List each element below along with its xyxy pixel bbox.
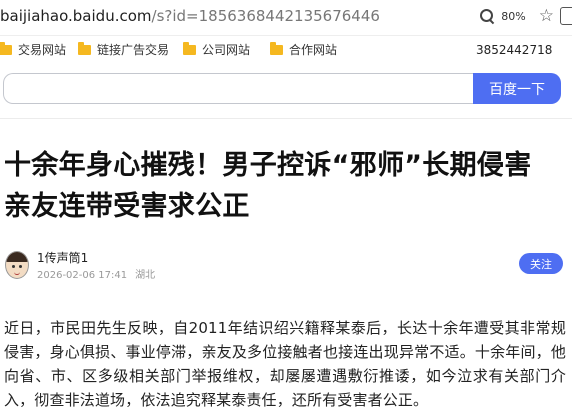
bookmark-item[interactable]: 链接广告交易 [78, 41, 169, 58]
folder-icon [183, 41, 196, 55]
search-bar: 百度一下 [0, 73, 562, 107]
post-datetime: 2026-02-06 17:41 [37, 270, 128, 281]
author-row: 1传声筒1 2026-02-06 17:41 湖北 关注 [0, 248, 572, 282]
address-bar-controls: 80% ☆ [480, 5, 572, 27]
article-body: 近日，市民田先生反映，自2011年结识绍兴籍释某泰后，长达十余年遭受其非常规侵害… [4, 319, 566, 409]
bookmark-item[interactable]: 公司网站 [183, 41, 250, 58]
url-text[interactable]: baijiahao.baidu.com/s?id=185636844213567… [0, 7, 380, 25]
post-location: 湖北 [135, 270, 156, 281]
bookmark-label: 交易网站 [18, 43, 67, 57]
folder-icon [270, 41, 283, 55]
bookmark-label: 链接广告交易 [97, 43, 170, 57]
author-name[interactable]: 1传声筒1 [37, 249, 88, 266]
avatar[interactable] [5, 251, 29, 279]
folder-icon [0, 41, 12, 55]
post-meta: 2026-02-06 17:41 湖北 [37, 266, 155, 281]
article-title: 十余年身心摧残！男子控诉“邪师”长期侵害 亲友连带受害求公正 [4, 150, 532, 222]
zoom-level[interactable]: 80% [501, 10, 525, 23]
follow-button[interactable]: 关注 [519, 253, 563, 274]
bookmark-item[interactable]: 合作网站 [270, 41, 337, 58]
extensions-icon[interactable] [560, 7, 572, 25]
bookmark-label: 公司网站 [202, 43, 251, 57]
url-path: /s?id=1856368442135676446 [151, 7, 380, 25]
star-icon[interactable]: ☆ [539, 7, 554, 25]
address-bar[interactable]: baijiahao.baidu.com/s?id=185636844213567… [0, 0, 572, 34]
zoom-in-icon[interactable] [480, 9, 495, 25]
bookmarks-bar: 交易网站 链接广告交易 公司网站 合作网站 3852442718 [0, 35, 572, 62]
divider [0, 118, 572, 119]
bookmark-item[interactable]: 交易网站 [0, 41, 66, 58]
search-input[interactable] [3, 73, 473, 104]
folder-icon [78, 41, 91, 55]
url-host: baijiahao.baidu.com [0, 7, 152, 25]
bookmark-number-text: 3852442718 [476, 43, 553, 57]
bookmark-label: 合作网站 [289, 43, 338, 57]
search-button[interactable]: 百度一下 [473, 73, 561, 104]
